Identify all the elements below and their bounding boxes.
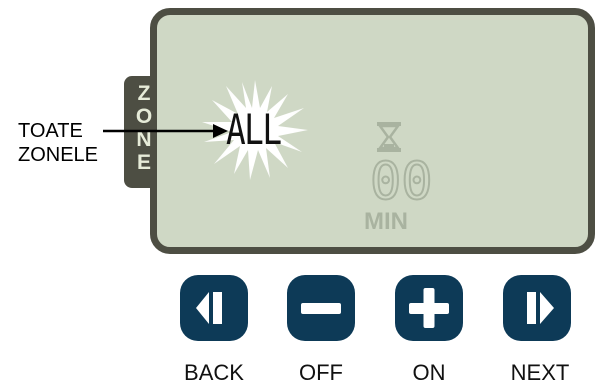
back-button[interactable] <box>180 275 248 341</box>
hourglass-icon <box>377 122 401 152</box>
minus-icon <box>301 303 341 314</box>
next-icon <box>527 292 554 324</box>
back-button-label: BACK <box>184 360 244 385</box>
on-button-label: ON <box>412 360 446 385</box>
off-button[interactable] <box>287 275 355 341</box>
off-button-label: OFF <box>299 360 343 385</box>
next-button-label: NEXT <box>510 360 570 385</box>
duration-digits: 00 <box>369 152 434 212</box>
duration-unit: MIN <box>364 208 408 235</box>
on-button[interactable] <box>395 275 463 341</box>
back-icon <box>196 292 222 324</box>
next-button[interactable] <box>503 275 571 341</box>
plus-icon <box>409 288 449 328</box>
